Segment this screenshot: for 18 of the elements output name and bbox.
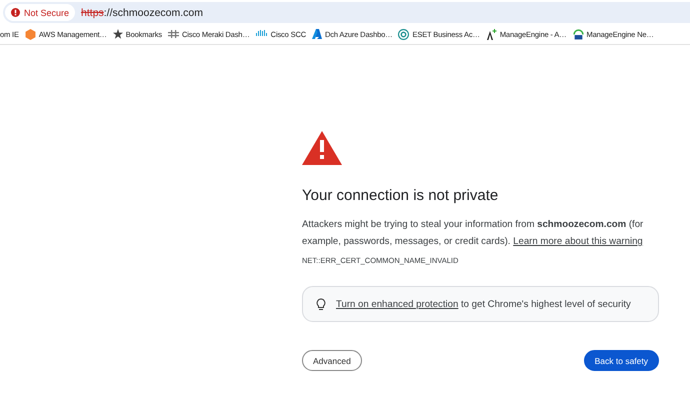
not-secure-badge[interactable]: Not Secure xyxy=(5,4,76,21)
bars-icon xyxy=(168,30,179,38)
enhanced-protection-link[interactable]: Turn on enhanced protection xyxy=(336,298,458,310)
advanced-button[interactable]: Advanced xyxy=(302,350,362,371)
warning-icon xyxy=(11,8,20,17)
page-heading: Your connection is not private xyxy=(302,187,500,204)
back-to-safety-button[interactable]: Back to safety xyxy=(584,350,659,371)
lightbulb-icon xyxy=(316,298,326,310)
url-text: https://schmoozecom.com xyxy=(81,6,203,18)
triangle-plus-icon xyxy=(486,28,497,40)
address-bar[interactable]: Not Secure https://schmoozecom.com xyxy=(3,2,690,23)
cube-icon xyxy=(24,28,36,40)
star-icon xyxy=(112,29,123,39)
cisco-bars-icon xyxy=(256,30,268,38)
learn-more-link[interactable]: Learn more about this warning xyxy=(513,236,643,247)
description-text: Attackers might be trying to steal your information from schmoozecom.com (for example, passwords, messages, or credit cards). Learn more about this warning xyxy=(302,218,644,249)
warning-triangle-icon xyxy=(302,131,342,165)
protection-text: Turn on enhanced protection to get Chrome's highest level of security xyxy=(336,298,631,310)
